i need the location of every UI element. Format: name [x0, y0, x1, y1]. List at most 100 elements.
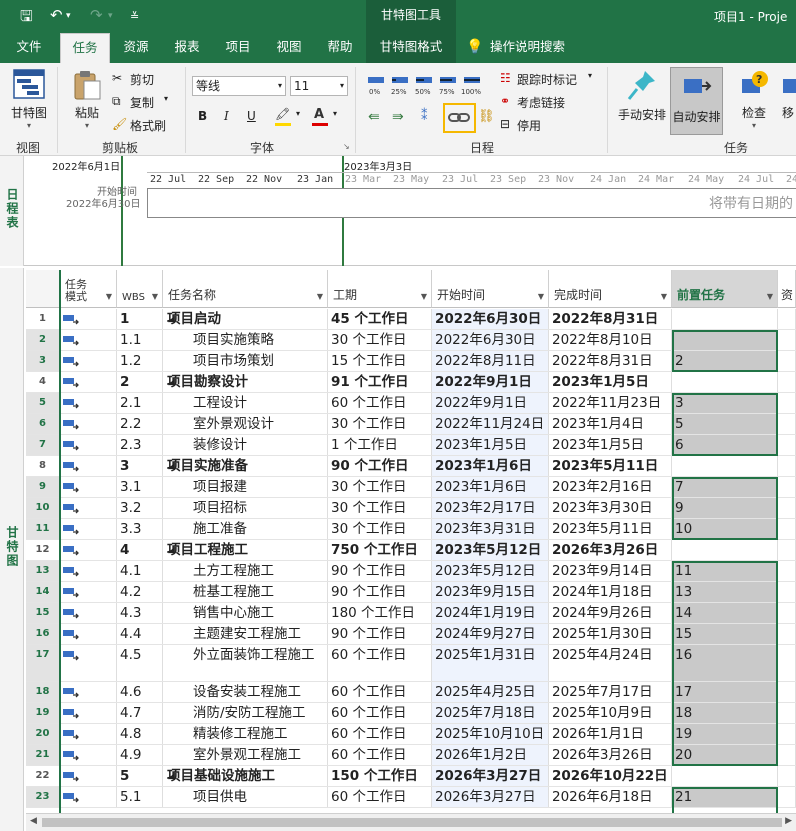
- task-mode-cell[interactable]: [60, 351, 117, 371]
- table-row[interactable]: 16 4.4 主题建安工程施工 90 个工作日 2024年9月27日 2025年1月30日…: [26, 624, 796, 645]
- duration-cell[interactable]: 30 个工作日: [328, 519, 432, 539]
- task-mode-cell[interactable]: [60, 498, 117, 518]
- collapse-triangle-icon[interactable]: ◢: [168, 766, 175, 786]
- column-header-task-name[interactable]: 任务名称 ▼: [163, 270, 328, 308]
- row-id[interactable]: 10: [26, 498, 60, 518]
- scroll-left-icon[interactable]: ◀: [30, 816, 37, 826]
- finish-cell[interactable]: 2023年1月5日: [549, 435, 672, 455]
- table-row[interactable]: 7 2.3 装修设计 1 个工作日 2023年1月5日 2023年1月5日 6: [26, 435, 796, 456]
- paste-button[interactable]: 粘贴 ▾: [66, 69, 108, 130]
- finish-cell[interactable]: 2024年9月26日: [549, 603, 672, 623]
- percent-25[interactable]: 25%: [391, 88, 407, 96]
- chevron-down-icon[interactable]: ▼: [106, 292, 112, 301]
- wbs-cell[interactable]: 3.1: [117, 477, 163, 497]
- finish-cell[interactable]: 2023年5月11日: [549, 519, 672, 539]
- task-name-cell[interactable]: 项目供电: [163, 787, 328, 807]
- scrollbar-thumb[interactable]: [42, 818, 782, 827]
- start-cell[interactable]: 2022年6月30日: [432, 309, 549, 329]
- undo-dropdown-icon[interactable]: ▾: [66, 11, 71, 21]
- wbs-cell[interactable]: 4: [117, 540, 163, 560]
- duration-cell[interactable]: 90 个工作日: [328, 456, 432, 476]
- task-mode-cell[interactable]: [60, 561, 117, 581]
- duration-cell[interactable]: 60 个工作日: [328, 682, 432, 702]
- duration-cell[interactable]: 60 个工作日: [328, 787, 432, 807]
- table-row[interactable]: 11 3.3 施工准备 30 个工作日 2023年3月31日 2023年5月11日 10: [26, 519, 796, 540]
- chevron-down-icon[interactable]: ▾: [588, 71, 592, 80]
- wbs-cell[interactable]: 2.2: [117, 414, 163, 434]
- finish-cell[interactable]: 2023年1月5日: [549, 372, 672, 392]
- percent-50[interactable]: 50%: [415, 88, 431, 96]
- wbs-cell[interactable]: 2.3: [117, 435, 163, 455]
- task-mode-cell[interactable]: [60, 745, 117, 765]
- predecessors-cell[interactable]: [672, 372, 778, 392]
- wbs-cell[interactable]: 3.3: [117, 519, 163, 539]
- column-header-task-mode[interactable]: 任务 模式 ▼: [60, 270, 117, 308]
- inactivate-button[interactable]: 停用: [517, 117, 541, 134]
- cut-button[interactable]: 剪切: [130, 71, 154, 88]
- task-mode-cell[interactable]: [60, 414, 117, 434]
- resource-cell[interactable]: [778, 414, 796, 434]
- copy-button[interactable]: 复制: [130, 94, 154, 111]
- wbs-cell[interactable]: 1.1: [117, 330, 163, 350]
- predecessors-cell[interactable]: [672, 330, 778, 350]
- start-cell[interactable]: 2023年1月6日: [432, 477, 549, 497]
- table-row[interactable]: 6 2.2 室外景观设计 30 个工作日 2022年11月24日 2023年1月4日 5: [26, 414, 796, 435]
- column-header-finish[interactable]: 完成时间 ▼: [549, 270, 672, 308]
- start-cell[interactable]: 2025年10月10日: [432, 724, 549, 744]
- task-mode-cell[interactable]: [60, 703, 117, 723]
- task-mode-cell[interactable]: [60, 309, 117, 329]
- table-row[interactable]: 15 4.3 销售中心施工 180 个工作日 2024年1月19日 2024年9月26日 1…: [26, 603, 796, 624]
- predecessors-cell[interactable]: 9: [672, 498, 778, 518]
- tab-project[interactable]: 项目: [215, 33, 261, 63]
- finish-cell[interactable]: 2023年1月4日: [549, 414, 672, 434]
- chevron-down-icon[interactable]: ▾: [164, 94, 168, 103]
- collapse-triangle-icon[interactable]: ◢: [168, 309, 175, 329]
- chevron-down-icon[interactable]: ▾: [296, 109, 300, 118]
- chevron-down-icon[interactable]: ▼: [421, 292, 427, 301]
- predecessors-cell[interactable]: 10: [672, 519, 778, 539]
- tab-task[interactable]: 任务: [60, 33, 110, 63]
- duration-cell[interactable]: 15 个工作日: [328, 351, 432, 371]
- resource-cell[interactable]: [778, 624, 796, 644]
- resource-cell[interactable]: [778, 745, 796, 765]
- task-mode-cell[interactable]: [60, 330, 117, 350]
- row-id[interactable]: 11: [26, 519, 60, 539]
- tab-report[interactable]: 报表: [164, 33, 210, 63]
- inactivate-icon[interactable]: ⊟: [500, 117, 510, 131]
- finish-cell[interactable]: 2026年3月26日: [549, 745, 672, 765]
- table-row[interactable]: 8 3 ◢ 项目实施准备 90 个工作日 2023年1月6日 2023年5月11日: [26, 456, 796, 477]
- task-name-cell[interactable]: 主题建安工程施工: [163, 624, 328, 644]
- resource-cell[interactable]: [778, 703, 796, 723]
- resource-cell[interactable]: [778, 582, 796, 602]
- resource-cell[interactable]: [778, 456, 796, 476]
- task-name-cell[interactable]: 施工准备: [163, 519, 328, 539]
- finish-cell[interactable]: 2026年1月1日: [549, 724, 672, 744]
- predecessors-cell[interactable]: 2: [672, 351, 778, 371]
- predecessors-cell[interactable]: 3: [672, 393, 778, 413]
- duration-cell[interactable]: 30 个工作日: [328, 330, 432, 350]
- predecessors-cell[interactable]: 11: [672, 561, 778, 581]
- start-cell[interactable]: 2023年1月6日: [432, 456, 549, 476]
- wbs-cell[interactable]: 5.1: [117, 787, 163, 807]
- auto-schedule-button[interactable]: 自动安排: [670, 67, 723, 135]
- mark-on-track-button[interactable]: 跟踪时标记: [517, 71, 577, 88]
- table-row[interactable]: 12 4 ◢ 项目工程施工 750 个工作日 2023年5月12日 2026年3月26日: [26, 540, 796, 561]
- chevron-down-icon[interactable]: ▼: [538, 292, 544, 301]
- copy-icon[interactable]: ⧉: [112, 94, 121, 109]
- duration-cell[interactable]: 150 个工作日: [328, 766, 432, 786]
- manual-schedule-button[interactable]: 手动安排: [614, 69, 670, 123]
- duration-cell[interactable]: 45 个工作日: [328, 309, 432, 329]
- resource-cell[interactable]: [778, 766, 796, 786]
- finish-cell[interactable]: 2024年1月18日: [549, 582, 672, 602]
- predecessors-cell[interactable]: 6: [672, 435, 778, 455]
- dialog-launcher-icon[interactable]: ↘: [343, 142, 350, 151]
- table-row[interactable]: 3 1.2 项目市场策划 15 个工作日 2022年8月11日 2022年8月31日 2: [26, 351, 796, 372]
- duration-cell[interactable]: 60 个工作日: [328, 645, 432, 681]
- wbs-cell[interactable]: 4.8: [117, 724, 163, 744]
- wbs-cell[interactable]: 4.1: [117, 561, 163, 581]
- row-id[interactable]: 16: [26, 624, 60, 644]
- table-row[interactable]: 1 1 ◢ 项目启动 45 个工作日 2022年6月30日 2022年8月31日: [26, 309, 796, 330]
- finish-cell[interactable]: 2023年3月30日: [549, 498, 672, 518]
- finish-cell[interactable]: 2023年2月16日: [549, 477, 672, 497]
- unlink-tasks-icon[interactable]: ⛓: [478, 109, 495, 124]
